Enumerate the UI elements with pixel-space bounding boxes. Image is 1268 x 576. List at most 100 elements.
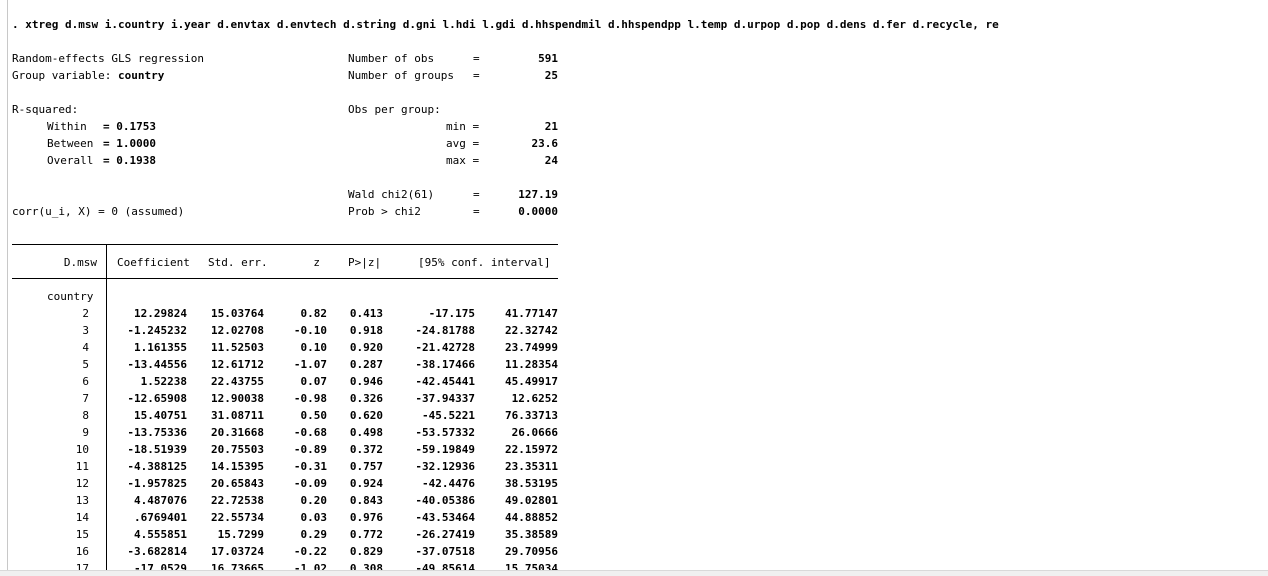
z-cell: -0.22 bbox=[293, 545, 327, 558]
stderr-cell: 20.65843 bbox=[211, 477, 264, 490]
table-header-rule bbox=[12, 278, 558, 279]
row-label: 13 bbox=[75, 494, 89, 507]
stderr-cell: 20.75503 bbox=[211, 443, 264, 456]
z-cell: -0.89 bbox=[293, 443, 327, 456]
row-label: 2 bbox=[82, 307, 89, 320]
model-title: Random-effects GLS regression bbox=[12, 52, 205, 65]
within-label: Within bbox=[47, 120, 87, 133]
within-value: = 0.1753 bbox=[103, 120, 156, 133]
coef-cell: -13.75336 bbox=[127, 426, 187, 439]
z-cell: 0.29 bbox=[300, 528, 328, 541]
stderr-cell: 22.72538 bbox=[211, 494, 264, 507]
p-cell: 0.946 bbox=[349, 375, 383, 388]
p-cell: 0.924 bbox=[349, 477, 383, 490]
ngroups-value: 25 bbox=[544, 69, 558, 82]
table-top-rule bbox=[12, 244, 558, 245]
coef-cell: 15.40751 bbox=[134, 409, 187, 422]
coef-cell: .6769401 bbox=[134, 511, 187, 524]
row-label: 17 bbox=[75, 562, 89, 570]
ci-low-cell: -40.05386 bbox=[415, 494, 475, 507]
ci-high-cell: 35.38589 bbox=[505, 528, 558, 541]
wald-eq: = bbox=[473, 188, 480, 201]
between-value: = 1.0000 bbox=[103, 137, 156, 150]
z-cell: -0.68 bbox=[293, 426, 327, 439]
z-cell: 0.03 bbox=[300, 511, 328, 524]
row-label: 7 bbox=[82, 392, 89, 405]
stderr-cell: 12.90038 bbox=[211, 392, 264, 405]
ci-high-cell: 22.32742 bbox=[505, 324, 558, 337]
ci-low-cell: -38.17466 bbox=[415, 358, 475, 371]
p-cell: 0.976 bbox=[349, 511, 383, 524]
p-cell: 0.829 bbox=[349, 545, 383, 558]
stderr-cell: 22.55734 bbox=[211, 511, 264, 524]
row-label: 5 bbox=[82, 358, 89, 371]
coef-cell: 4.487076 bbox=[134, 494, 187, 507]
z-cell: 0.10 bbox=[300, 341, 328, 354]
z-cell: 0.50 bbox=[300, 409, 328, 422]
command-line: . xtreg d.msw i.country i.year d.envtax … bbox=[12, 18, 999, 31]
p-cell: 0.920 bbox=[349, 341, 383, 354]
depvar-header: D.msw bbox=[63, 256, 97, 269]
z-cell: -0.10 bbox=[293, 324, 327, 337]
ci-low-cell: -49.85614 bbox=[415, 562, 475, 570]
corr-line: corr(u_i, X) = 0 (assumed) bbox=[12, 205, 185, 218]
wald-label: Wald chi2(61) bbox=[348, 188, 435, 201]
ci-low-cell: -17.175 bbox=[428, 307, 475, 320]
coef-cell: 4.555851 bbox=[134, 528, 187, 541]
between-label: Between bbox=[47, 137, 94, 150]
row-label: 15 bbox=[75, 528, 89, 541]
coef-cell: -17.0529 bbox=[134, 562, 187, 570]
ci-high-cell: 76.33713 bbox=[505, 409, 558, 422]
group-variable-value: country bbox=[117, 69, 165, 82]
min-value: 21 bbox=[544, 120, 558, 133]
coef-cell: -1.245232 bbox=[127, 324, 187, 337]
table-column-divider bbox=[106, 244, 107, 570]
p-cell: 0.308 bbox=[349, 562, 383, 570]
results-window[interactable]: . xtreg d.msw i.country i.year d.envtax … bbox=[0, 0, 1268, 570]
z-cell: 0.82 bbox=[300, 307, 328, 320]
overall-label: Overall bbox=[47, 154, 94, 167]
stderr-cell: 11.52503 bbox=[211, 341, 264, 354]
ci-low-cell: -59.19849 bbox=[415, 443, 475, 456]
window-bottom-edge bbox=[0, 570, 1268, 576]
p-cell: 0.620 bbox=[349, 409, 383, 422]
z-cell: -1.07 bbox=[293, 358, 327, 371]
stderr-cell: 14.15395 bbox=[211, 460, 264, 473]
z-cell: -0.09 bbox=[293, 477, 327, 490]
ci-low-cell: -32.12936 bbox=[415, 460, 475, 473]
window-left-border bbox=[7, 0, 8, 576]
ci-high-cell: 26.0666 bbox=[511, 426, 558, 439]
ci-high-cell: 12.6252 bbox=[511, 392, 558, 405]
col-stderr-header: Std. err. bbox=[208, 256, 268, 269]
coef-cell: -18.51939 bbox=[127, 443, 187, 456]
row-label: 10 bbox=[75, 443, 89, 456]
coef-cell: -12.65908 bbox=[127, 392, 187, 405]
nobs-label: Number of obs bbox=[348, 52, 435, 65]
p-cell: 0.918 bbox=[349, 324, 383, 337]
ci-high-cell: 38.53195 bbox=[505, 477, 558, 490]
coef-cell: 12.29824 bbox=[134, 307, 187, 320]
obs-per-group-label: Obs per group: bbox=[348, 103, 441, 116]
ci-high-cell: 49.02801 bbox=[505, 494, 558, 507]
group-variable-line: Group variable: country bbox=[12, 69, 164, 83]
p-cell: 0.326 bbox=[349, 392, 383, 405]
col-ci-header: [95% conf. interval] bbox=[418, 256, 551, 269]
p-cell: 0.772 bbox=[349, 528, 383, 541]
prob-value: 0.0000 bbox=[518, 205, 558, 218]
ci-low-cell: -42.45441 bbox=[415, 375, 475, 388]
ngroups-label: Number of groups bbox=[348, 69, 454, 82]
ci-low-cell: -37.94337 bbox=[415, 392, 475, 405]
ci-high-cell: 23.35311 bbox=[505, 460, 558, 473]
nobs-eq: = bbox=[473, 52, 480, 65]
row-label: 9 bbox=[82, 426, 89, 439]
col-p-header: P>|z| bbox=[348, 256, 382, 269]
wald-value: 127.19 bbox=[518, 188, 558, 201]
col-z-header: z bbox=[313, 256, 320, 269]
group-variable-label: Group variable: bbox=[12, 69, 118, 82]
row-label: 4 bbox=[82, 341, 89, 354]
row-label: 12 bbox=[75, 477, 89, 490]
ci-high-cell: 29.70956 bbox=[505, 545, 558, 558]
coef-cell: -4.388125 bbox=[127, 460, 187, 473]
p-cell: 0.498 bbox=[349, 426, 383, 439]
coef-cell: -3.682814 bbox=[127, 545, 187, 558]
